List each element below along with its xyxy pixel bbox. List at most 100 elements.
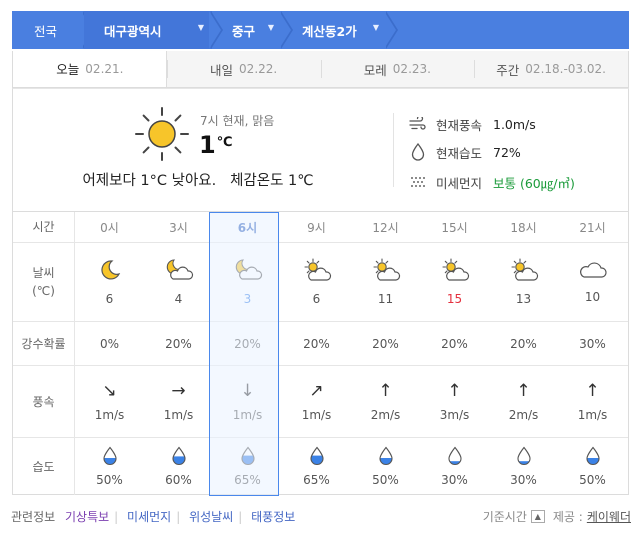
sun-icon bbox=[133, 105, 191, 163]
humidity-value: 65% bbox=[234, 473, 261, 487]
link-typhoon[interactable]: 태풍정보 bbox=[251, 510, 295, 524]
weather-cell: 6 bbox=[282, 243, 351, 321]
tab-weekly[interactable]: 주간 02.18.-03.02. bbox=[474, 51, 628, 87]
humidity-cell: 50% bbox=[351, 438, 420, 495]
hour-label: 21시 bbox=[579, 220, 606, 235]
wind-speed: 2m/s bbox=[508, 408, 539, 422]
wind-cell: ↑ 2m/s bbox=[351, 366, 420, 437]
hour-label: 3시 bbox=[169, 220, 188, 235]
location-breadcrumb: 전국 대구광역시 ▼ 중구 ▼ 계산동2가 ▼ bbox=[12, 11, 629, 49]
humidity-drop-icon bbox=[102, 446, 118, 469]
hour-temperature: 11 bbox=[377, 292, 394, 306]
footer: 관련정보 기상특보 | 미세먼지 | 위성날씨 | 태풍정보 기준시간 ▲ 제공 : … bbox=[11, 508, 631, 525]
wind-speed: 2m/s bbox=[370, 408, 401, 422]
humidity-value: 60% bbox=[165, 473, 192, 487]
humidity-drop-icon bbox=[516, 446, 532, 469]
humidity-cell: 60% bbox=[144, 438, 213, 495]
caret-down-icon: ▼ bbox=[197, 23, 204, 32]
humidity-drop-icon bbox=[240, 446, 256, 469]
hour-label: 18시 bbox=[510, 220, 537, 235]
sun-cloud-icon bbox=[371, 258, 401, 285]
current-temperature: 1 ℃ bbox=[199, 131, 232, 159]
precipitation-cell: 20% bbox=[282, 322, 351, 365]
precipitation-cell: 20% bbox=[144, 322, 213, 365]
tab-day-after[interactable]: 모레 02.23. bbox=[320, 51, 475, 87]
precipitation-value: 20% bbox=[165, 336, 192, 351]
hour-temperature: 3 bbox=[243, 292, 252, 306]
link-fine-dust[interactable]: 미세먼지 bbox=[127, 510, 171, 524]
wind-speed: 1m/s bbox=[301, 408, 332, 422]
humidity-cell: 65% bbox=[213, 438, 282, 495]
breadcrumb-dong-dropdown[interactable]: 계산동2가 ▼ bbox=[282, 11, 398, 49]
wind-speed: 1m/s bbox=[232, 408, 263, 422]
humidity-cell: 65% bbox=[282, 438, 351, 495]
precipitation-value: 20% bbox=[372, 336, 399, 351]
base-time-toggle[interactable]: ▲ bbox=[530, 510, 545, 523]
row-time: 시간 0시 3시 6시 9시 12시 15시 18시 21시 bbox=[13, 212, 628, 242]
breadcrumb-city-dropdown[interactable]: 대구광역시 ▼ bbox=[84, 11, 223, 49]
hour-temperature: 13 bbox=[515, 292, 532, 306]
current-fine-dust: 미세먼지 보통 (60㎍/㎥) bbox=[409, 173, 575, 191]
link-satellite[interactable]: 위성날씨 bbox=[189, 510, 233, 524]
hour-cell[interactable]: 21시 bbox=[558, 212, 627, 242]
hour-cell[interactable]: 6시 bbox=[213, 212, 282, 242]
humidity-drop-icon bbox=[585, 446, 601, 469]
precipitation-cell: 30% bbox=[558, 322, 627, 365]
humidity-cell: 30% bbox=[489, 438, 558, 495]
wind-speed: 1m/s bbox=[577, 408, 608, 422]
precipitation-cell: 20% bbox=[489, 322, 558, 365]
wind-speed: 1m/s bbox=[94, 408, 125, 422]
hour-cell[interactable]: 15시 bbox=[420, 212, 489, 242]
humidity-value: 50% bbox=[372, 473, 399, 487]
hour-cell[interactable]: 9시 bbox=[282, 212, 351, 242]
wind-direction-icon: ↓ bbox=[240, 381, 255, 401]
link-weather-warning[interactable]: 기상특보 bbox=[65, 510, 109, 524]
moon-icon bbox=[97, 258, 123, 285]
breadcrumb-district-dropdown[interactable]: 중구 ▼ bbox=[212, 11, 293, 49]
humidity-drop-icon bbox=[378, 446, 394, 469]
precipitation-value: 0% bbox=[99, 336, 120, 351]
provider-link[interactable]: 케이웨더 bbox=[587, 508, 631, 525]
humidity-drop-icon bbox=[447, 446, 463, 469]
weather-cell: 11 bbox=[351, 243, 420, 321]
hour-cell[interactable]: 3시 bbox=[144, 212, 213, 242]
hour-temperature: 4 bbox=[174, 292, 183, 306]
sun-cloud-icon bbox=[440, 258, 470, 285]
humidity-cell: 50% bbox=[558, 438, 627, 495]
tab-tomorrow[interactable]: 내일 02.22. bbox=[166, 51, 321, 87]
wind-direction-icon: ↗ bbox=[309, 381, 324, 401]
current-wind: 현재풍속 1.0m/s bbox=[409, 115, 536, 133]
humidity-drop-icon bbox=[171, 446, 187, 469]
wind-direction-icon: ↑ bbox=[447, 381, 462, 401]
wind-direction-icon: ↑ bbox=[378, 381, 393, 401]
tab-today[interactable]: 오늘 02.21. bbox=[13, 51, 167, 87]
precipitation-value: 20% bbox=[234, 336, 261, 351]
wind-cell: ↑ 2m/s bbox=[489, 366, 558, 437]
hour-cell[interactable]: 0시 bbox=[75, 212, 144, 242]
weather-cell: 6 bbox=[75, 243, 144, 321]
precipitation-cell: 20% bbox=[213, 322, 282, 365]
humidity-value: 30% bbox=[441, 473, 468, 487]
current-weather-panel: 7시 현재, 맑음 1 ℃ 어제보다 1°C 낮아요. 체감온도 1℃ 현재풍속 … bbox=[12, 88, 629, 212]
wind-cell: ↑ 1m/s bbox=[558, 366, 627, 437]
current-humidity: 현재습도 72% bbox=[409, 143, 521, 161]
hour-cell[interactable]: 18시 bbox=[489, 212, 558, 242]
breadcrumb-country[interactable]: 전국 bbox=[12, 11, 95, 49]
hour-label: 15시 bbox=[441, 220, 468, 235]
precipitation-cell: 0% bbox=[75, 322, 144, 365]
weather-cell: 15 bbox=[420, 243, 489, 321]
humidity-cell: 30% bbox=[420, 438, 489, 495]
weather-cell: 13 bbox=[489, 243, 558, 321]
wind-cell: ↑ 3m/s bbox=[420, 366, 489, 437]
weather-cell: 10 bbox=[558, 243, 627, 321]
hour-temperature: 6 bbox=[312, 292, 321, 306]
fine-dust-link[interactable]: 보통 (60㎍/㎥) bbox=[493, 173, 575, 192]
precipitation-value: 20% bbox=[441, 336, 468, 351]
hour-cell[interactable]: 12시 bbox=[351, 212, 420, 242]
weather-cell: 3 bbox=[213, 243, 282, 321]
hour-temperature: 15 bbox=[446, 292, 463, 306]
row-weather: 날씨 (℃) 6 4 3 6 11 15 13 10 bbox=[13, 242, 628, 321]
wind-direction-icon: → bbox=[171, 381, 186, 401]
wind-cell: ↘ 1m/s bbox=[75, 366, 144, 437]
humidity-value: 50% bbox=[579, 473, 606, 487]
